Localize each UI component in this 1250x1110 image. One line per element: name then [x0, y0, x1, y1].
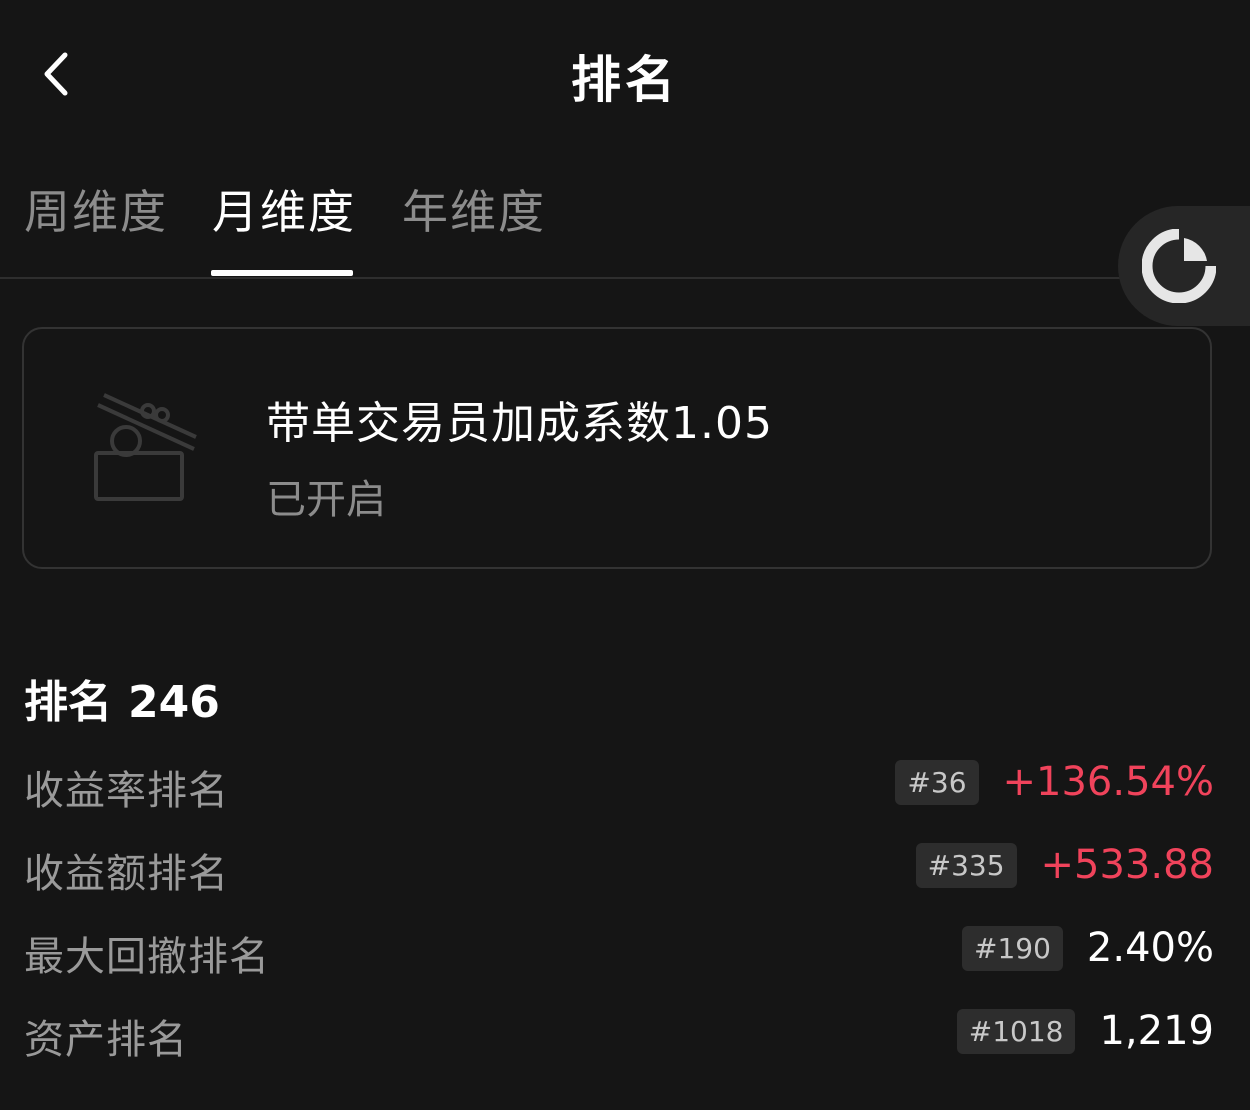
rank-badge: #1018 [956, 1008, 1076, 1054]
pie-refresh-icon [1142, 229, 1216, 303]
ranking-label: 排名 [24, 677, 112, 728]
row-label: 资产排名 [24, 1017, 188, 1063]
tab-week[interactable]: 周维度 [24, 176, 168, 242]
rank-badge: #36 [895, 759, 979, 805]
rank-row-assets: 资产排名 #1018 1,219 [24, 1001, 1214, 1063]
rank-row-return-amount: 收益额排名 #335 +533.88 [24, 835, 1214, 897]
row-label: 收益额排名 [24, 851, 229, 897]
gift-box-icon [94, 393, 197, 501]
bonus-title: 带单交易员加成系数1.05 [266, 398, 773, 449]
floating-action-button[interactable] [1118, 206, 1250, 326]
ranking-value: 246 [128, 677, 220, 728]
tabs-divider [0, 277, 1250, 279]
row-value: +136.54% [1002, 759, 1214, 805]
rank-badge: #335 [915, 842, 1017, 888]
row-label: 最大回撤排名 [24, 934, 270, 980]
ranking-heading: 排名 246 [24, 666, 220, 730]
tab-year[interactable]: 年维度 [402, 176, 546, 242]
tab-month[interactable]: 月维度 [212, 176, 356, 242]
bonus-card[interactable]: 带单交易员加成系数1.05 已开启 [22, 327, 1212, 569]
bonus-status: 已开启 [266, 477, 386, 523]
header: 排名 [0, 0, 1250, 150]
row-value: +533.88 [1040, 842, 1214, 888]
rank-badge: #190 [962, 925, 1063, 971]
row-label: 收益率排名 [24, 768, 229, 814]
row-value: 2.40% [1086, 925, 1214, 971]
rank-row-return-rate: 收益率排名 #36 +136.54% [24, 752, 1214, 814]
row-value: 1,219 [1099, 1008, 1214, 1054]
rank-row-max-drawdown: 最大回撤排名 #190 2.40% [24, 918, 1214, 980]
page-title: 排名 [571, 51, 679, 109]
period-tabs: 周维度 月维度 年维度 [0, 170, 1250, 278]
active-tab-indicator [211, 270, 353, 276]
